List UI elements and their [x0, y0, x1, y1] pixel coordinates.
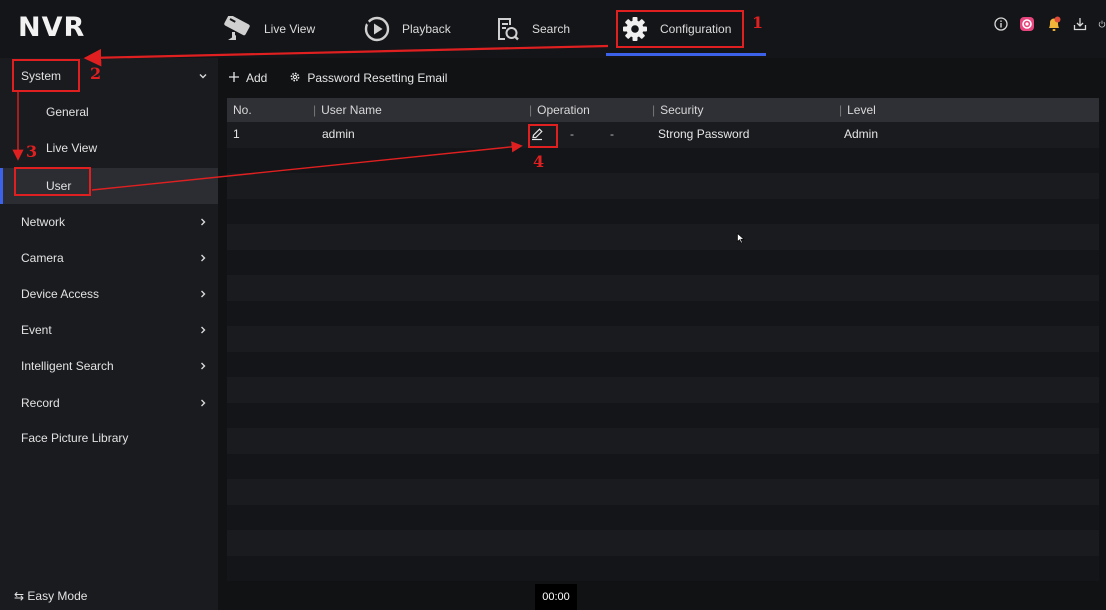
table-row-empty: [227, 275, 1099, 301]
table-row-empty: [227, 198, 1099, 224]
nav-active-indicator: [606, 53, 766, 56]
toolbar: Add Password Resetting Email: [218, 66, 459, 90]
table-row-empty: [227, 351, 1099, 377]
annotation-box-configuration: [616, 10, 744, 48]
chevron-right-icon: [198, 252, 208, 262]
table-row-empty: [227, 402, 1099, 428]
column-header-no: No.: [233, 103, 252, 117]
sidebar: System General Live View User Network Ca…: [0, 58, 218, 610]
nav-playback[interactable]: Playback: [360, 0, 451, 58]
table-row-empty: [227, 555, 1099, 581]
password-resetting-email-label: Password Resetting Email: [307, 71, 448, 85]
settings-gear-icon: [289, 70, 301, 86]
add-user-label: Add: [246, 71, 268, 85]
table-row-empty: [227, 249, 1099, 275]
annotation-number-2: 2: [90, 64, 102, 83]
permission-unavailable: -: [610, 127, 614, 141]
mouse-cursor-icon: [737, 232, 745, 247]
search-file-icon: [490, 12, 524, 46]
sidebar-item-label: Device Access: [21, 287, 100, 301]
chevron-right-icon: [198, 360, 208, 370]
chevron-right-icon: [198, 288, 208, 298]
main-panel: Add Password Resetting Email No. | User N…: [218, 58, 1106, 610]
table-row-empty: [227, 453, 1099, 479]
table-row[interactable]: 1 admin - - Strong Password Admin: [227, 122, 1099, 148]
sidebar-item-face-picture-library[interactable]: Face Picture Library: [0, 420, 218, 456]
nav-search-label: Search: [532, 22, 571, 36]
cell-no: 1: [233, 127, 240, 141]
cell-user-name: admin: [322, 127, 355, 141]
sidebar-item-network[interactable]: Network: [0, 204, 218, 240]
nav-playback-label: Playback: [402, 22, 451, 36]
record-status-icon[interactable]: [1019, 16, 1035, 32]
cell-security: Strong Password: [658, 127, 750, 141]
table-body: 1 admin - - Strong Password Admin: [227, 122, 1099, 581]
sidebar-item-label: Network: [21, 215, 66, 229]
table-row-empty: [227, 530, 1099, 556]
nav-search[interactable]: Search: [490, 0, 570, 58]
camera-icon: [222, 12, 256, 46]
sidebar-item-record[interactable]: Record: [0, 385, 218, 421]
sidebar-item-event[interactable]: Event: [0, 312, 218, 348]
annotation-number-4: 4: [533, 152, 545, 171]
sidebar-item-label: Face Picture Library: [21, 431, 129, 445]
column-header-level: | Level: [839, 103, 876, 117]
table-row-empty: [227, 504, 1099, 530]
column-header-security: | Security: [652, 103, 704, 117]
sidebar-active-indicator: [0, 168, 3, 204]
download-icon[interactable]: [1073, 17, 1087, 31]
info-icon[interactable]: [994, 17, 1008, 31]
top-bar: NVR Live View Playback Search Configurat…: [0, 0, 1106, 58]
annotation-number-1: 1: [752, 13, 764, 32]
sidebar-item-label: Record: [21, 396, 60, 410]
nav-live-view[interactable]: Live View: [222, 0, 315, 58]
annotation-box-edit: [528, 124, 558, 148]
table-row-empty: [227, 147, 1099, 173]
table-row-empty: [227, 300, 1099, 326]
plus-icon: [228, 70, 240, 86]
sidebar-item-camera[interactable]: Camera: [0, 240, 218, 276]
sidebar-item-label: Live View: [46, 141, 98, 155]
power-icon[interactable]: [1098, 17, 1106, 31]
annotation-box-user: [14, 167, 91, 196]
annotation-number-3: 3: [26, 142, 38, 161]
table-row-empty: [227, 479, 1099, 505]
delete-user-unavailable: -: [570, 127, 574, 141]
chevron-right-icon: [198, 216, 208, 226]
sidebar-item-label: Event: [21, 323, 52, 337]
column-header-operation: | Operation: [529, 103, 590, 117]
table-row-empty: [227, 173, 1099, 199]
annotation-box-system: [12, 59, 80, 92]
chevron-down-icon: [198, 70, 208, 80]
sidebar-item-general[interactable]: General: [0, 94, 218, 130]
easy-mode-button[interactable]: ⇆ Easy Mode: [14, 589, 87, 603]
add-user-button[interactable]: Add: [228, 70, 267, 86]
password-resetting-email-button[interactable]: Password Resetting Email: [289, 70, 447, 86]
table-row-empty: [227, 326, 1099, 352]
cell-level: Admin: [844, 127, 879, 141]
table-row-empty: [227, 428, 1099, 454]
app-logo: NVR: [18, 12, 86, 43]
sidebar-item-intelligent-search[interactable]: Intelligent Search: [0, 348, 218, 384]
system-tray: [994, 0, 1106, 48]
sidebar-item-label: Intelligent Search: [21, 359, 114, 373]
table-row-empty: [227, 224, 1099, 250]
time-display: 00:00: [535, 584, 577, 610]
column-header-user-name: | User Name: [313, 103, 382, 117]
chevron-right-icon: [198, 324, 208, 334]
alarm-bell-icon[interactable]: [1046, 16, 1062, 33]
nav-live-view-label: Live View: [264, 22, 316, 36]
sidebar-item-label: Camera: [21, 251, 64, 265]
table-row-empty: [227, 377, 1099, 403]
user-table: No. | User Name | Operation | Security | Lev…: [227, 98, 1099, 581]
chevron-right-icon: [198, 397, 208, 407]
sidebar-item-device-access[interactable]: Device Access: [0, 276, 218, 312]
sidebar-item-label: General: [46, 105, 89, 119]
table-header: No. | User Name | Operation | Security | Lev…: [227, 98, 1099, 122]
playback-icon: [360, 12, 394, 46]
